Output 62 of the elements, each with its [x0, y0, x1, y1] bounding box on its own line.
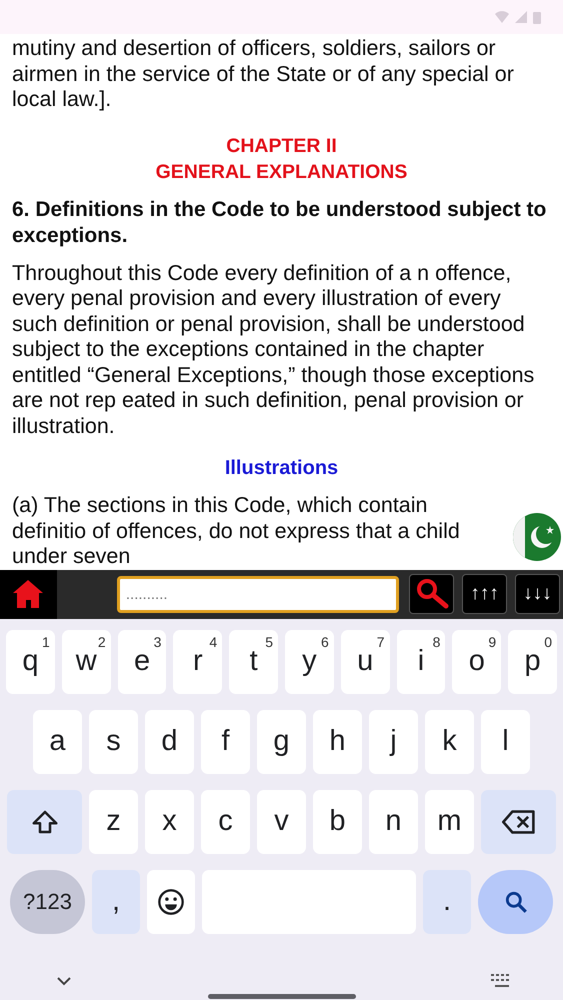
- key-hint: 8: [432, 634, 440, 650]
- letter-key[interactable]: j: [369, 710, 418, 774]
- search-field[interactable]: ..........: [116, 576, 400, 612]
- key-hint: 4: [209, 634, 218, 650]
- smiley-icon: [157, 888, 185, 916]
- letter-key[interactable]: x: [145, 790, 194, 854]
- letter-key[interactable]: u 7: [340, 630, 390, 694]
- chapter-heading: GENERAL EXPLANATIONS: [156, 160, 408, 184]
- letter-key[interactable]: m: [425, 790, 474, 854]
- signal-icon: [515, 11, 527, 23]
- letter-key[interactable]: z: [89, 790, 138, 854]
- emoji-key[interactable]: [147, 870, 195, 934]
- key-hint: 2: [98, 634, 106, 650]
- shift-key[interactable]: [7, 790, 82, 854]
- letter-key[interactable]: v: [257, 790, 306, 854]
- letter-key[interactable]: d: [145, 710, 194, 774]
- key-hint: 5: [265, 634, 273, 650]
- scroll-button[interactable]: ↑↑↑: [462, 574, 508, 614]
- letter-key[interactable]: w 2: [62, 630, 111, 694]
- body-paragraph: Throughout this Code every definition of a n offence, every penal provision and every illustration of every such definition or penal provision, shall be understood subject to the exceptions contained in the chapter entitled “General Exceptions,” though those exceptions are not rep eated in such definition, penal provision or illustration.: [12, 260, 536, 439]
- letter-key[interactable]: n: [369, 790, 418, 854]
- letter-key[interactable]: s: [89, 710, 138, 774]
- punctuation-key[interactable]: .: [423, 870, 471, 934]
- letter-key[interactable]: l: [481, 710, 530, 774]
- key-hint: 0: [544, 634, 552, 650]
- symbols-key[interactable]: ?123: [10, 870, 85, 934]
- scroll-button[interactable]: ↓↓↓: [515, 574, 560, 614]
- letter-key[interactable]: k: [425, 710, 474, 774]
- battery-icon: [533, 10, 541, 24]
- backspace-icon: [502, 808, 536, 836]
- home-indicator[interactable]: [208, 994, 356, 998]
- punctuation-key[interactable]: ,: [92, 870, 140, 934]
- letter-key[interactable]: o 9: [452, 630, 502, 694]
- letter-key[interactable]: r 4: [173, 630, 222, 694]
- backspace-key[interactable]: [481, 790, 556, 854]
- body-paragraph: (a) The sections in this Code, which contain definitio of offences, do not express that a child under seven: [12, 493, 461, 570]
- letter-key[interactable]: e 3: [118, 630, 166, 694]
- home-button[interactable]: [0, 570, 57, 618]
- letter-key[interactable]: p 0: [508, 630, 557, 694]
- key-hint: 7: [376, 634, 385, 650]
- letter-key[interactable]: a: [33, 710, 82, 774]
- key-hint: 6: [321, 634, 329, 650]
- letter-key[interactable]: g: [257, 710, 306, 774]
- search-button[interactable]: [409, 574, 454, 614]
- letter-key[interactable]: i 8: [396, 630, 446, 694]
- illustrations-heading: Illustrations: [224, 457, 338, 479]
- letter-key[interactable]: c: [201, 790, 250, 854]
- letter-key[interactable]: t 5: [229, 630, 278, 694]
- body-paragraph: mutiny and desertion of officers, soldiers, sailors or airmen in the service of the State or of any special or local law.].: [12, 36, 515, 112]
- home-icon: [12, 579, 44, 609]
- chapter-heading: CHAPTER II: [226, 134, 337, 158]
- wifi-icon: [495, 11, 509, 23]
- chevron-down-icon: [56, 976, 72, 986]
- section-heading: 6. Definitions in the Code to be understood subject to exceptions.: [12, 196, 548, 248]
- letter-key[interactable]: y 6: [285, 630, 334, 694]
- letter-key[interactable]: h: [313, 710, 362, 774]
- key-hint: 9: [488, 634, 496, 650]
- key-hint: 3: [154, 634, 162, 650]
- letter-key[interactable]: f: [201, 710, 250, 774]
- letter-key[interactable]: q 1: [6, 630, 55, 694]
- letter-key[interactable]: b: [313, 790, 362, 854]
- key-hint: 1: [42, 634, 50, 650]
